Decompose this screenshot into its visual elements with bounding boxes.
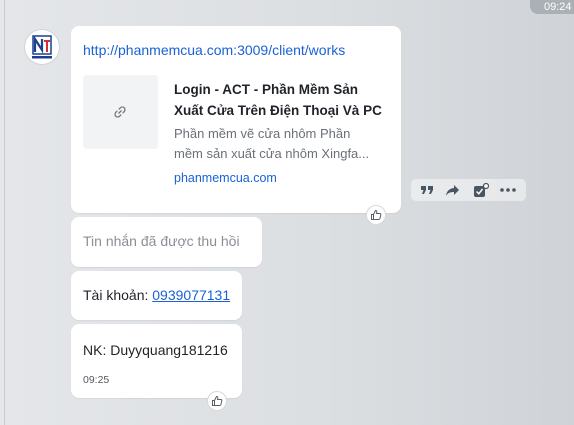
reaction-button[interactable]: [207, 391, 227, 411]
link-url[interactable]: http://phanmemcua.com:3009/client/works: [83, 42, 345, 58]
preview-thumbnail[interactable]: [83, 75, 158, 149]
company-logo-icon: [32, 35, 52, 59]
recalled-message-bubble[interactable]: Tin nhắn đã được thu hồi: [71, 217, 262, 267]
phone-link[interactable]: 0939077131: [152, 287, 230, 303]
password-message-bubble[interactable]: NK: Duyyquang181216 09:25: [71, 324, 242, 398]
thumbs-up-icon: [212, 395, 223, 406]
message-time: 09:25: [83, 374, 110, 386]
preview-description-line1: Phần mềm vẽ cửa nhôm Phần: [174, 126, 351, 141]
preview-domain[interactable]: phanmemcua.com: [174, 171, 277, 185]
recalled-message-text: Tin nhắn đã được thu hồi: [83, 233, 240, 249]
reaction-button[interactable]: [366, 205, 386, 225]
link-icon: [114, 106, 126, 118]
time-divider-label: 09:24: [544, 1, 572, 13]
preview-title[interactable]: Login - ACT - Phần Mềm Sản Xuất Cửa Trên…: [174, 79, 389, 121]
thumbs-up-icon: [371, 209, 382, 220]
account-message-bubble[interactable]: Tài khoản: 0939077131: [71, 271, 242, 320]
preview-description-line2: mềm sản xuất cửa nhôm Xingfa...: [174, 146, 370, 161]
share-icon: [445, 184, 459, 196]
message-actions: [411, 179, 526, 201]
panel-divider: [4, 0, 5, 425]
account-label: Tài khoản:: [83, 287, 153, 303]
preview-description: Phần mềm vẽ cửa nhôm Phần mềm sản xuất c…: [174, 124, 384, 164]
quote-button[interactable]: [418, 182, 436, 198]
more-icon: [500, 188, 516, 192]
more-button[interactable]: [499, 182, 517, 198]
time-divider: 09:24: [530, 0, 574, 14]
sender-avatar[interactable]: [24, 29, 60, 65]
quote-icon: [421, 186, 433, 194]
account-message-text: Tài khoản: 0939077131: [83, 287, 230, 303]
mark-icon: [474, 182, 489, 197]
mark-button[interactable]: [472, 182, 490, 198]
link-message-bubble[interactable]: http://phanmemcua.com:3009/client/works …: [71, 26, 401, 213]
share-button[interactable]: [443, 182, 461, 198]
password-message-text: NK: Duyyquang181216: [83, 342, 228, 358]
